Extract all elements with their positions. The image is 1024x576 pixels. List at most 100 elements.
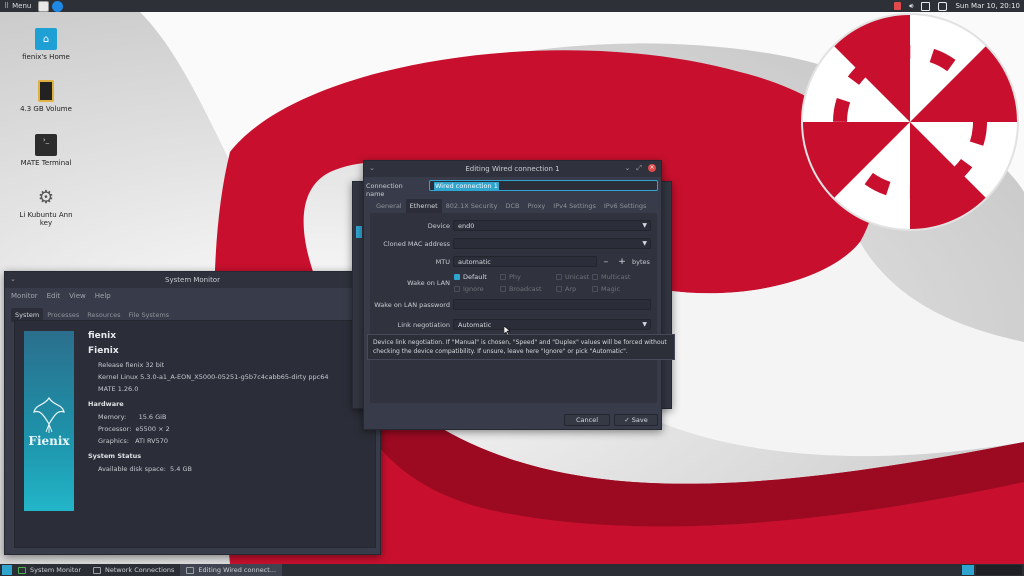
tab-ipv4-settings[interactable]: IPv4 Settings xyxy=(549,199,600,213)
task-label: Editing Wired connect... xyxy=(198,566,277,574)
checkbox-label: Ignore xyxy=(463,285,484,293)
desktop-icon-label: MATE Terminal xyxy=(20,159,72,167)
window-titlebar[interactable]: ⌄ System Monitor ⌄ xyxy=(5,272,380,288)
minimize-icon[interactable]: ⌄ xyxy=(625,164,631,173)
wol-password-input[interactable] xyxy=(453,299,651,310)
task-system-monitor[interactable]: System Monitor xyxy=(12,564,87,576)
link-negotiation-select[interactable]: Automatic ▼ xyxy=(453,319,651,330)
chat-icon[interactable] xyxy=(938,1,948,11)
workspace-switcher[interactable] xyxy=(976,565,1022,575)
chevron-down-icon: ▼ xyxy=(642,321,647,328)
terminal-icon: ›_ xyxy=(35,134,57,156)
settings-gear-icon: ⚙ xyxy=(37,186,55,208)
volume-icon[interactable]: 🔊︎ xyxy=(909,2,913,11)
processor-row: Processor: e5500 × 2 xyxy=(98,425,329,433)
files-launcher-icon[interactable] xyxy=(38,0,50,12)
menu-label: Menu xyxy=(12,2,32,10)
link-negotiation-label: Link negotiation xyxy=(397,321,450,329)
mtu-decrement-button[interactable]: − xyxy=(599,256,613,268)
checkbox-label: Phy xyxy=(509,273,521,281)
memory-value: 15.6 GiB xyxy=(138,413,167,421)
checkbox-box xyxy=(592,274,598,280)
cloned-mac-label: Cloned MAC address xyxy=(383,240,450,248)
task-network-connections[interactable]: Network Connections xyxy=(87,564,180,576)
checkbox-label: Default xyxy=(463,273,487,281)
task-editing-wired-connection[interactable]: Editing Wired connect... xyxy=(180,564,283,576)
cloned-mac-select[interactable]: ▼ xyxy=(453,238,651,249)
mouse-pointer-icon xyxy=(504,326,511,336)
desktop-icon-label: 4.3 GB Volume xyxy=(20,105,72,113)
wol-multicast-checkbox[interactable]: Multicast xyxy=(592,273,630,281)
chevron-down-icon: ▼ xyxy=(642,240,647,247)
maximize-icon[interactable]: ⤢ xyxy=(636,164,642,173)
system-tray: 🔊︎ Sun Mar 10, 20:10 xyxy=(894,0,1020,12)
device-select[interactable]: end0 ▼ xyxy=(453,220,651,231)
tab-ipv6-settings[interactable]: IPv6 Settings xyxy=(600,199,651,213)
wol-phy-checkbox[interactable]: Phy xyxy=(500,273,521,281)
clock[interactable]: Sun Mar 10, 20:10 xyxy=(955,2,1020,10)
desktop-icon-terminal[interactable]: ›_ MATE Terminal xyxy=(14,134,78,167)
tab-general[interactable]: General xyxy=(372,199,406,213)
menubar: Monitor Edit View Help xyxy=(5,288,380,304)
connection-name-label: Connection name xyxy=(366,182,403,198)
memory-label: Memory: xyxy=(98,413,127,421)
checkbox-label: Multicast xyxy=(601,273,631,281)
wol-broadcast-checkbox[interactable]: Broadcast xyxy=(500,285,542,293)
top-panel: ⠿ Menu 🔊︎ Sun Mar 10, 20:10 xyxy=(0,0,1024,12)
system-tab-content: Fienix fienix Fienix Release fienix 32 b… xyxy=(14,320,376,548)
show-desktop-icon[interactable] xyxy=(2,565,12,575)
window-menu-icon[interactable]: ⌄ xyxy=(10,275,16,283)
menu-view[interactable]: View xyxy=(69,292,86,300)
wol-password-label: Wake on LAN password xyxy=(374,301,450,309)
connection-name-input[interactable]: Wired connection 1 xyxy=(429,180,658,191)
window-title: Editing Wired connection 1 xyxy=(465,165,560,173)
wol-ignore-checkbox[interactable]: Ignore xyxy=(454,285,484,293)
checkbox-box xyxy=(556,286,562,292)
notification-icon[interactable] xyxy=(894,2,902,10)
link-negotiation-value: Automatic xyxy=(458,320,492,329)
cancel-button[interactable]: Cancel xyxy=(564,414,610,426)
tab-proxy[interactable]: Proxy xyxy=(523,199,549,213)
phoenix-icon xyxy=(33,396,65,433)
mtu-value: automatic xyxy=(458,257,491,266)
system-monitor-window: ⌄ System Monitor ⌄ Monitor Edit View Hel… xyxy=(4,271,381,555)
mtu-increment-button[interactable]: + xyxy=(615,256,629,268)
editor-tab-bar: General Ethernet 802.1X Security DCB Pro… xyxy=(366,199,656,213)
bottom-panel: System Monitor Network Connections Editi… xyxy=(0,564,1024,576)
wol-unicast-checkbox[interactable]: Unicast xyxy=(556,273,589,281)
window-menu-icon[interactable]: ⌄ xyxy=(369,164,375,172)
close-icon[interactable]: × xyxy=(648,164,656,172)
selection-marker xyxy=(356,226,362,238)
window-titlebar[interactable]: ⌄ Editing Wired connection 1 ⌄ ⤢ × xyxy=(364,161,661,177)
desktop-icon-home[interactable]: ⌂ fienix's Home xyxy=(14,28,78,61)
sd-card-icon xyxy=(38,80,54,102)
tab-dcb[interactable]: DCB xyxy=(501,199,523,213)
tab-8021x-security[interactable]: 802.1X Security xyxy=(442,199,502,213)
menu-help[interactable]: Help xyxy=(95,292,111,300)
workspace-1-icon[interactable] xyxy=(962,565,974,575)
menu-edit[interactable]: Edit xyxy=(47,292,61,300)
wol-default-checkbox[interactable]: Default xyxy=(454,273,487,281)
os-name: Fienix xyxy=(88,346,119,356)
checkbox-box xyxy=(556,274,562,280)
link-negotiation-tooltip: Device link negotiation. If "Manual" is … xyxy=(367,334,675,360)
mtu-input[interactable]: automatic xyxy=(453,256,597,267)
menu-button[interactable]: ⠿ Menu xyxy=(0,0,35,12)
save-button[interactable]: ✓ Save xyxy=(614,414,658,426)
network-icon[interactable] xyxy=(921,1,931,11)
browser-launcher-icon[interactable] xyxy=(52,0,64,12)
wol-magic-checkbox[interactable]: Magic xyxy=(592,285,620,293)
status-heading: System Status xyxy=(88,452,142,460)
desktop-icon-volume[interactable]: 4.3 GB Volume xyxy=(14,80,78,113)
processor-value: e5500 × 2 xyxy=(135,425,170,433)
tab-ethernet[interactable]: Ethernet xyxy=(405,199,442,213)
wol-arp-checkbox[interactable]: Arp xyxy=(556,285,576,293)
menu-monitor[interactable]: Monitor xyxy=(11,292,38,300)
checkbox-label: Broadcast xyxy=(509,285,542,293)
desktop-icon-keyboard[interactable]: ⚙ Li Kubuntu Ann key xyxy=(14,186,78,228)
home-folder-icon: ⌂ xyxy=(35,28,57,50)
release: Release fienix 32 bit xyxy=(98,361,165,369)
mate-version: MATE 1.26.0 xyxy=(98,385,139,393)
check-icon: ✓ xyxy=(624,416,632,424)
window-title: System Monitor xyxy=(165,276,220,284)
